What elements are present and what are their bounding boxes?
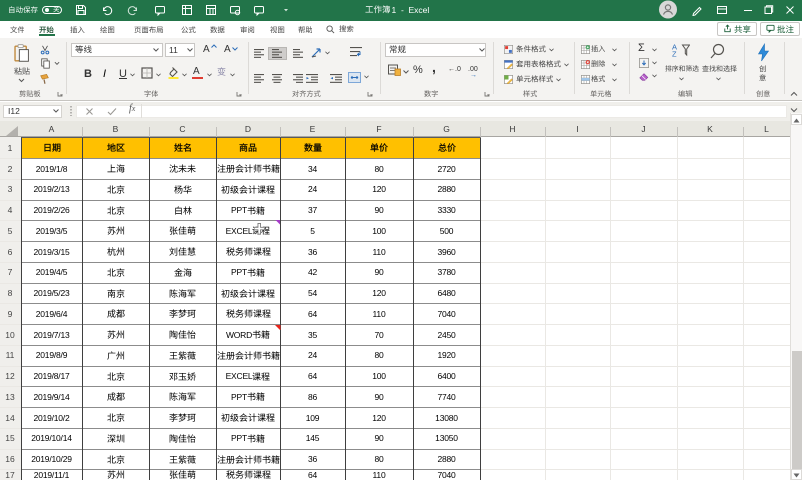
svg-text:Z: Z [672,50,677,58]
